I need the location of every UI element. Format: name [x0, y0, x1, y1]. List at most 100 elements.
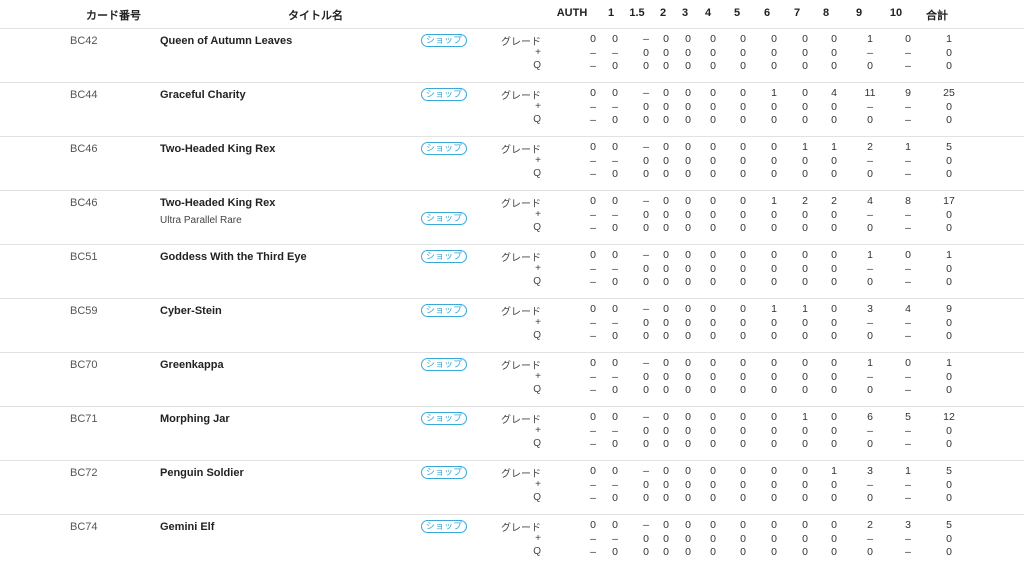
plus-value-g8: 0	[831, 47, 837, 59]
plus-value-g8: 0	[831, 425, 837, 437]
q-value-auth: –	[590, 492, 596, 504]
plus-value-g10: –	[905, 479, 911, 491]
grade-value-g2: 0	[663, 519, 669, 531]
q-value-g6: 0	[771, 222, 777, 234]
shop-button[interactable]: ショップ	[421, 358, 467, 371]
q-value-g1-5: 0	[643, 330, 649, 342]
header-card-no: カード番号	[86, 10, 141, 22]
q-value-g7: 0	[802, 60, 808, 72]
plus-value-g2: 0	[663, 371, 669, 383]
grade-value-g6: 0	[771, 411, 777, 423]
grade-value-auth: 0	[590, 465, 596, 477]
header-grade-8: 8	[822, 7, 830, 19]
grade-value-g1: 0	[612, 33, 618, 45]
grade-value-auth: 0	[590, 141, 596, 153]
grade-value-g1: 0	[612, 465, 618, 477]
grade-value-g4: 0	[710, 249, 716, 261]
shop-button[interactable]: ショップ	[421, 304, 467, 317]
plus-value-g2: 0	[663, 155, 669, 167]
q-value-g1: 0	[612, 60, 618, 72]
grade-value-g1-5: –	[643, 33, 649, 45]
grade-value-g9: 6	[867, 411, 873, 423]
grade-value-g7: 1	[802, 141, 808, 153]
plus-value-auth: –	[590, 425, 596, 437]
grade-value-total: 9	[946, 303, 952, 315]
plus-value-total: 0	[946, 47, 952, 59]
shop-button[interactable]: ショップ	[421, 520, 467, 533]
table-row: BC51 Goddess With the Third Eye ショップ グレード + Q…	[0, 244, 1024, 298]
shop-button[interactable]: ショップ	[421, 250, 467, 263]
shop-button[interactable]: ショップ	[421, 88, 467, 101]
card-code: BC46	[70, 143, 98, 155]
plus-value-g6: 0	[771, 101, 777, 113]
plus-value-g6: 0	[771, 209, 777, 221]
grade-value-g6: 1	[771, 303, 777, 315]
q-value-auth: –	[590, 222, 596, 234]
plus-value-g2: 0	[663, 209, 669, 221]
q-value-g2: 0	[663, 168, 669, 180]
q-value-g7: 0	[802, 384, 808, 396]
q-value-auth: –	[590, 438, 596, 450]
shop-button[interactable]: ショップ	[421, 142, 467, 155]
grade-value-g4: 0	[710, 411, 716, 423]
shop-button[interactable]: ショップ	[421, 466, 467, 479]
card-title: Queen of Autumn Leaves	[160, 35, 293, 47]
shop-button[interactable]: ショップ	[421, 412, 467, 425]
card-code: BC59	[70, 305, 98, 317]
q-value-g7: 0	[802, 222, 808, 234]
grade-value-g2: 0	[663, 465, 669, 477]
header-grade-5: 5	[733, 7, 741, 19]
grade-value-g10: 8	[905, 195, 911, 207]
grade-value-g5: 0	[740, 141, 746, 153]
q-value-g3: 0	[685, 276, 691, 288]
grade-value-g1-5: –	[643, 519, 649, 531]
grade-value-g6: 0	[771, 141, 777, 153]
q-value-g5: 0	[740, 276, 746, 288]
q-value-g7: 0	[802, 546, 808, 558]
q-value-g1: 0	[612, 168, 618, 180]
shop-button[interactable]: ショップ	[421, 34, 467, 47]
grade-value-g9: 1	[867, 249, 873, 261]
grade-value-g10: 4	[905, 303, 911, 315]
shop-button[interactable]: ショップ	[421, 212, 467, 225]
q-value-g9: 0	[867, 384, 873, 396]
q-label: Q	[533, 384, 541, 395]
plus-label: +	[535, 155, 541, 166]
q-value-g1-5: 0	[643, 60, 649, 72]
grade-value-auth: 0	[590, 519, 596, 531]
grade-value-auth: 0	[590, 87, 596, 99]
card-code: BC74	[70, 521, 98, 533]
plus-value-g6: 0	[771, 479, 777, 491]
plus-value-g1-5: 0	[643, 209, 649, 221]
grade-value-g2: 0	[663, 411, 669, 423]
plus-value-auth: –	[590, 155, 596, 167]
q-value-g9: 0	[867, 546, 873, 558]
q-value-g10: –	[905, 168, 911, 180]
plus-label: +	[535, 263, 541, 274]
card-title: Penguin Soldier	[160, 467, 244, 479]
plus-value-g8: 0	[831, 479, 837, 491]
q-value-g6: 0	[771, 60, 777, 72]
grade-value-g1: 0	[612, 249, 618, 261]
plus-value-g7: 0	[802, 533, 808, 545]
plus-value-g10: –	[905, 47, 911, 59]
header-grade-7: 7	[793, 7, 801, 19]
plus-value-g3: 0	[685, 533, 691, 545]
grade-value-g7: 0	[802, 87, 808, 99]
q-label: Q	[533, 60, 541, 71]
plus-value-g3: 0	[685, 317, 691, 329]
plus-value-g3: 0	[685, 371, 691, 383]
q-value-g1-5: 0	[643, 492, 649, 504]
q-value-g8: 0	[831, 384, 837, 396]
grade-value-g3: 0	[685, 519, 691, 531]
q-value-g8: 0	[831, 546, 837, 558]
table-row: BC42 Queen of Autumn Leaves ショップ グレード + Q 0 0–0…	[0, 28, 1024, 82]
grade-value-g4: 0	[710, 357, 716, 369]
grade-value-g3: 0	[685, 33, 691, 45]
plus-value-g2: 0	[663, 479, 669, 491]
q-value-g7: 0	[802, 330, 808, 342]
plus-value-g1-5: 0	[643, 479, 649, 491]
q-value-auth: –	[590, 546, 596, 558]
plus-value-g4: 0	[710, 209, 716, 221]
q-label: Q	[533, 438, 541, 449]
